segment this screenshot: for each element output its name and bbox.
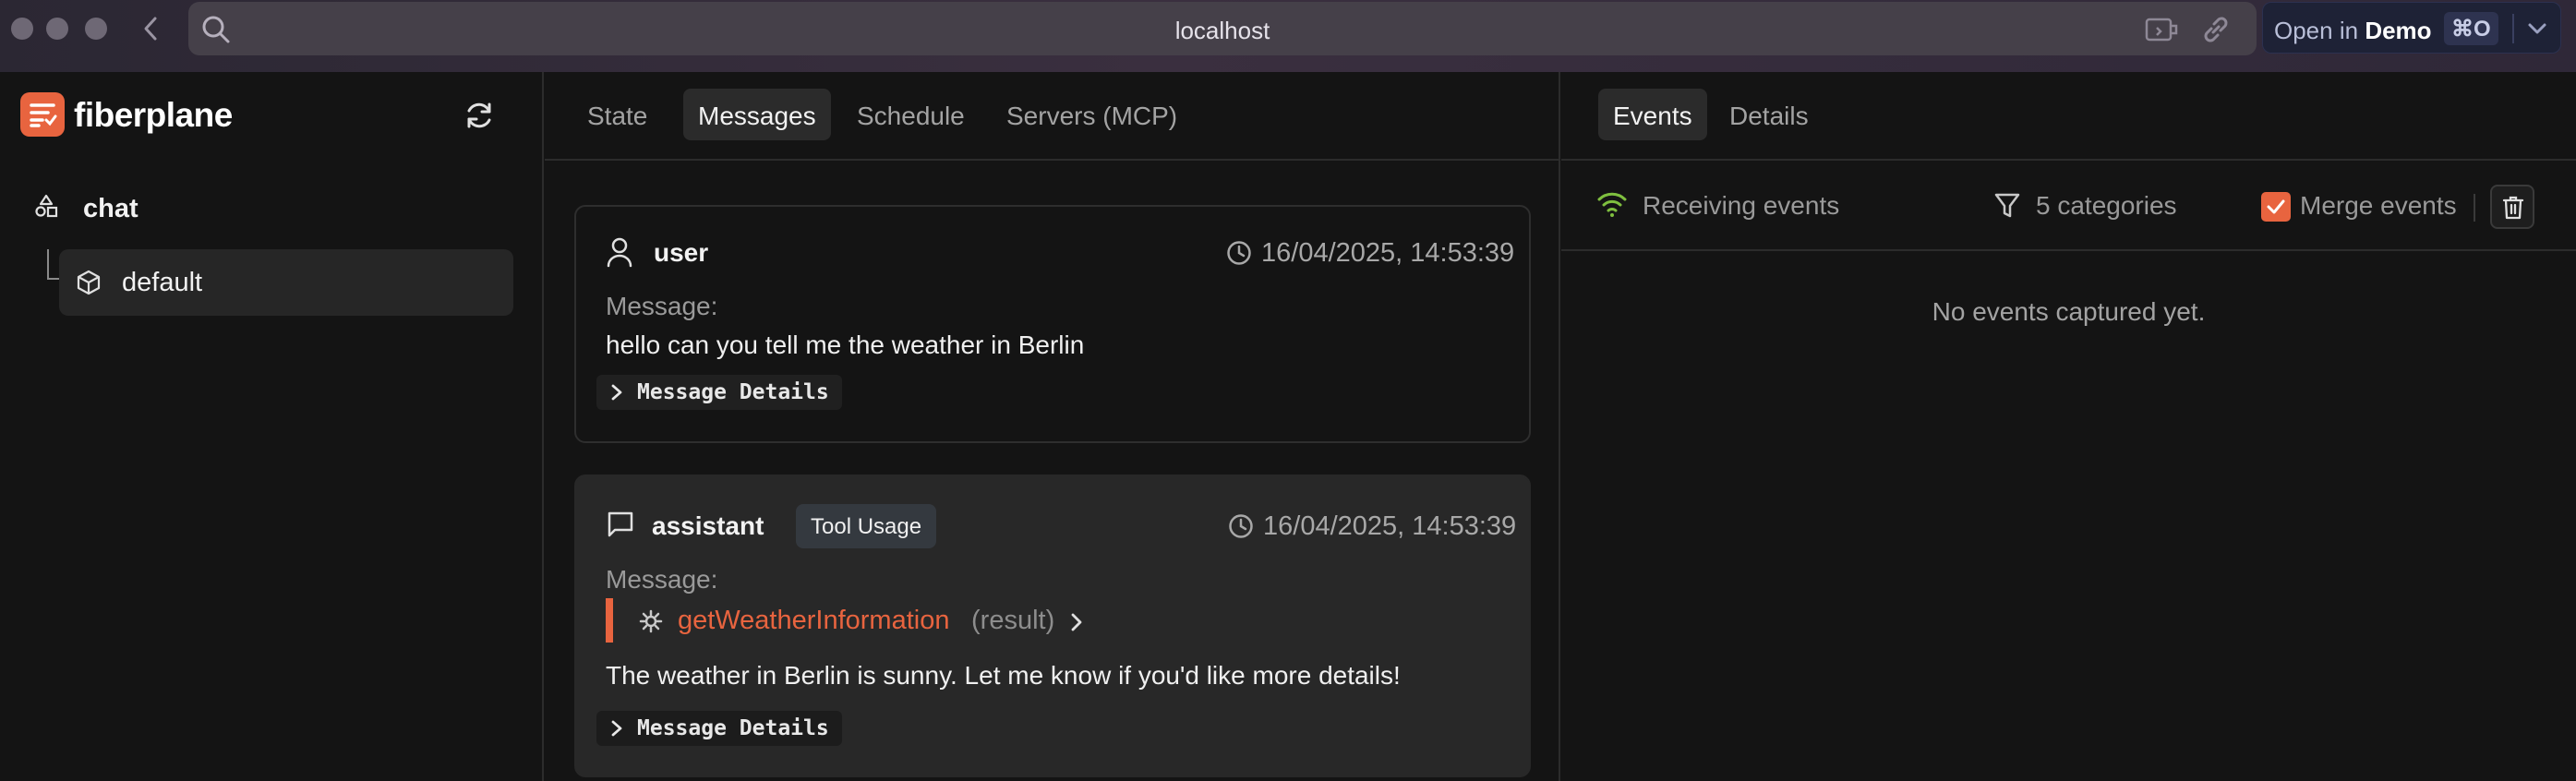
message-card-user: user 16/04/2025, 14:53:39 Message: hello… <box>574 205 1531 443</box>
link-icon[interactable] <box>2201 15 2231 44</box>
clock-icon <box>1226 240 1252 266</box>
tab-state[interactable]: State <box>572 89 662 140</box>
tool-gear-icon <box>639 609 663 633</box>
user-icon <box>606 236 633 268</box>
sidebar: fiberplane chat default <box>0 72 544 781</box>
message-label: Message: <box>606 565 718 594</box>
tool-usage-badge: Tool Usage <box>796 504 937 548</box>
message-card-assistant: assistant Tool Usage 16/04/2025, 14:53:3… <box>574 475 1531 777</box>
chevron-right-icon <box>609 719 624 738</box>
right-tabbar: Events Details <box>1561 72 2576 161</box>
events-toolbar: Receiving events 5 categories Merge even… <box>1561 161 2576 251</box>
chat-bubble-icon <box>606 510 635 539</box>
shortcut-badge: ⌘O <box>2444 12 2498 45</box>
wifi-signal-icon <box>1596 190 1628 218</box>
tool-call-name[interactable]: getWeatherInformation <box>678 606 949 636</box>
merge-label: Merge events <box>2300 191 2457 220</box>
messages-panel: State Messages Schedule Servers (MCP) us… <box>545 72 1560 781</box>
clear-events-button[interactable] <box>2490 185 2534 229</box>
open-in-label: Open in Demo <box>2274 17 2432 44</box>
url-text: localhost <box>1174 17 1270 44</box>
message-details-toggle[interactable]: Message Details <box>596 375 842 410</box>
message-details-label: Message Details <box>637 716 829 740</box>
open-in-demo-button[interactable]: Open in Demo ⌘O <box>2262 2 2561 54</box>
middle-tabbar: State Messages Schedule Servers (MCP) <box>545 72 1559 161</box>
tab-messages[interactable]: Messages <box>683 89 831 140</box>
merge-checkbox[interactable] <box>2261 192 2291 222</box>
message-text: The weather in Berlin is sunny. Let me k… <box>606 661 1401 690</box>
minimize-window-button[interactable] <box>46 18 68 40</box>
extension-icon[interactable] <box>2144 15 2181 44</box>
receiving-status: Receiving events <box>1643 191 1840 220</box>
events-panel: Events Details Receiving events 5 catego… <box>1561 72 2576 781</box>
tab-events[interactable]: Events <box>1598 89 1707 140</box>
chevron-right-icon <box>609 383 624 402</box>
trash-icon <box>2502 196 2524 220</box>
instance-item-default[interactable]: default <box>59 249 513 316</box>
tab-servers-mcp[interactable]: Servers (MCP) <box>992 89 1192 140</box>
fiberplane-logo-icon <box>20 92 65 137</box>
zoom-window-button[interactable] <box>85 18 107 40</box>
clock-icon <box>1228 513 1254 539</box>
open-in-divider <box>2512 14 2514 43</box>
tab-schedule[interactable]: Schedule <box>842 89 980 140</box>
message-timestamp: 16/04/2025, 14:53:39 <box>1261 238 1515 268</box>
chevron-right-icon[interactable] <box>1069 611 1084 633</box>
close-window-button[interactable] <box>11 18 33 40</box>
refresh-icon[interactable] <box>463 100 495 131</box>
tool-call-accent-bar <box>606 598 613 643</box>
agent-shapes-icon <box>33 194 59 218</box>
toolbar-divider <box>2474 194 2475 222</box>
back-icon[interactable] <box>140 15 163 42</box>
cube-icon <box>76 270 102 295</box>
tab-details[interactable]: Details <box>1715 89 1824 140</box>
message-details-label: Message Details <box>637 380 829 404</box>
message-role: user <box>654 238 709 267</box>
tool-call-status: (result) <box>971 606 1055 635</box>
instance-name: default <box>122 268 203 297</box>
brand-name: fiberplane <box>74 96 233 134</box>
message-label: Message: <box>606 292 718 320</box>
message-text: hello can you tell me the weather in Ber… <box>606 330 1085 359</box>
filter-label: 5 categories <box>2036 191 2177 220</box>
address-bar[interactable]: localhost <box>188 2 2257 55</box>
chevron-down-icon[interactable] <box>2527 19 2547 38</box>
agent-name: chat <box>83 194 138 223</box>
message-details-toggle[interactable]: Message Details <box>596 711 842 746</box>
filter-icon <box>1993 192 2021 220</box>
message-role: assistant <box>652 511 764 540</box>
message-timestamp: 16/04/2025, 14:53:39 <box>1263 511 1517 541</box>
browser-titlebar: localhost Open in Demo ⌘O <box>0 0 2576 72</box>
empty-state: No events captured yet. <box>1932 297 2206 326</box>
